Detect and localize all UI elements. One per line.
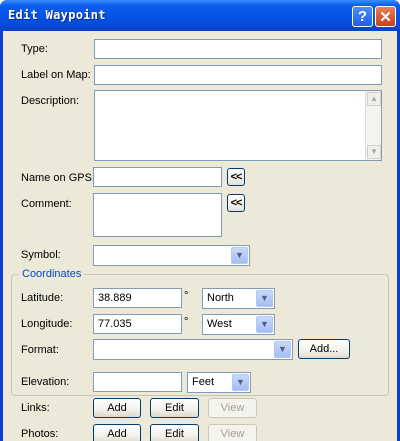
help-button[interactable]: ?: [352, 6, 373, 27]
elevation-unit-select[interactable]: Feet ▼: [187, 372, 251, 393]
label-on-map-label: Label on Map:: [21, 69, 91, 81]
longitude-degree-symbol: °: [184, 316, 189, 328]
links-label: Links:: [21, 402, 50, 414]
elevation-field[interactable]: [93, 372, 182, 392]
format-add-button[interactable]: Add...: [298, 339, 350, 359]
latitude-degree-symbol: °: [184, 290, 189, 302]
links-view-button[interactable]: View: [208, 398, 257, 418]
latitude-label: Latitude:: [21, 292, 64, 304]
coordinates-group-label: Coordinates: [19, 268, 85, 280]
links-edit-button[interactable]: Edit: [150, 398, 199, 418]
longitude-hemisphere-select[interactable]: West ▼: [202, 314, 275, 335]
photos-add-button[interactable]: Add: [93, 424, 141, 441]
name-on-gps-label: Name on GPS:: [21, 172, 95, 184]
latitude-hemisphere-value: North: [207, 292, 234, 304]
format-label: Format:: [21, 344, 59, 356]
type-field[interactable]: [94, 39, 382, 59]
longitude-field[interactable]: 77.035: [93, 314, 182, 334]
chevron-down-icon[interactable]: ▼: [232, 374, 249, 391]
label-on-map-field[interactable]: [94, 65, 382, 85]
photos-label: Photos:: [21, 428, 59, 440]
latitude-hemisphere-select[interactable]: North ▼: [202, 288, 275, 309]
type-label: Type:: [21, 43, 48, 55]
chevron-down-icon[interactable]: ▼: [256, 316, 273, 333]
comment-field[interactable]: [93, 193, 222, 237]
format-select[interactable]: ▼: [93, 339, 293, 360]
copy-name-button[interactable]: <<: [227, 168, 245, 186]
chevron-down-icon[interactable]: ▼: [231, 247, 248, 264]
chevron-down-icon[interactable]: ▼: [256, 290, 273, 307]
chevron-down-icon[interactable]: ▼: [274, 341, 291, 358]
close-button[interactable]: ✕: [375, 6, 396, 27]
name-on-gps-field[interactable]: [93, 167, 222, 187]
dialog-body: Type: Label on Map: Description: ▲ ▼ Nam…: [3, 31, 397, 441]
scroll-down-icon[interactable]: ▼: [367, 145, 381, 159]
comment-label: Comment:: [21, 198, 72, 210]
scroll-up-icon[interactable]: ▲: [367, 92, 381, 106]
symbol-select[interactable]: ▼: [93, 245, 250, 266]
longitude-label: Longitude:: [21, 318, 73, 330]
elevation-label: Elevation:: [21, 376, 70, 388]
edit-waypoint-window: Edit Waypoint ? ✕ Type: Label on Map: De…: [0, 0, 400, 441]
title-bar[interactable]: Edit Waypoint ? ✕: [0, 0, 400, 31]
description-scrollbar[interactable]: ▲ ▼: [365, 91, 381, 160]
symbol-label: Symbol:: [21, 249, 61, 261]
photos-view-button[interactable]: View: [208, 424, 257, 441]
latitude-field[interactable]: 38.889: [93, 288, 182, 308]
description-label: Description:: [21, 95, 80, 107]
longitude-hemisphere-value: West: [207, 318, 232, 330]
description-field[interactable]: ▲ ▼: [94, 90, 382, 161]
links-add-button[interactable]: Add: [93, 398, 141, 418]
photos-edit-button[interactable]: Edit: [150, 424, 199, 441]
copy-comment-button[interactable]: <<: [227, 194, 245, 212]
window-title: Edit Waypoint: [8, 8, 106, 22]
elevation-unit-value: Feet: [192, 376, 215, 388]
